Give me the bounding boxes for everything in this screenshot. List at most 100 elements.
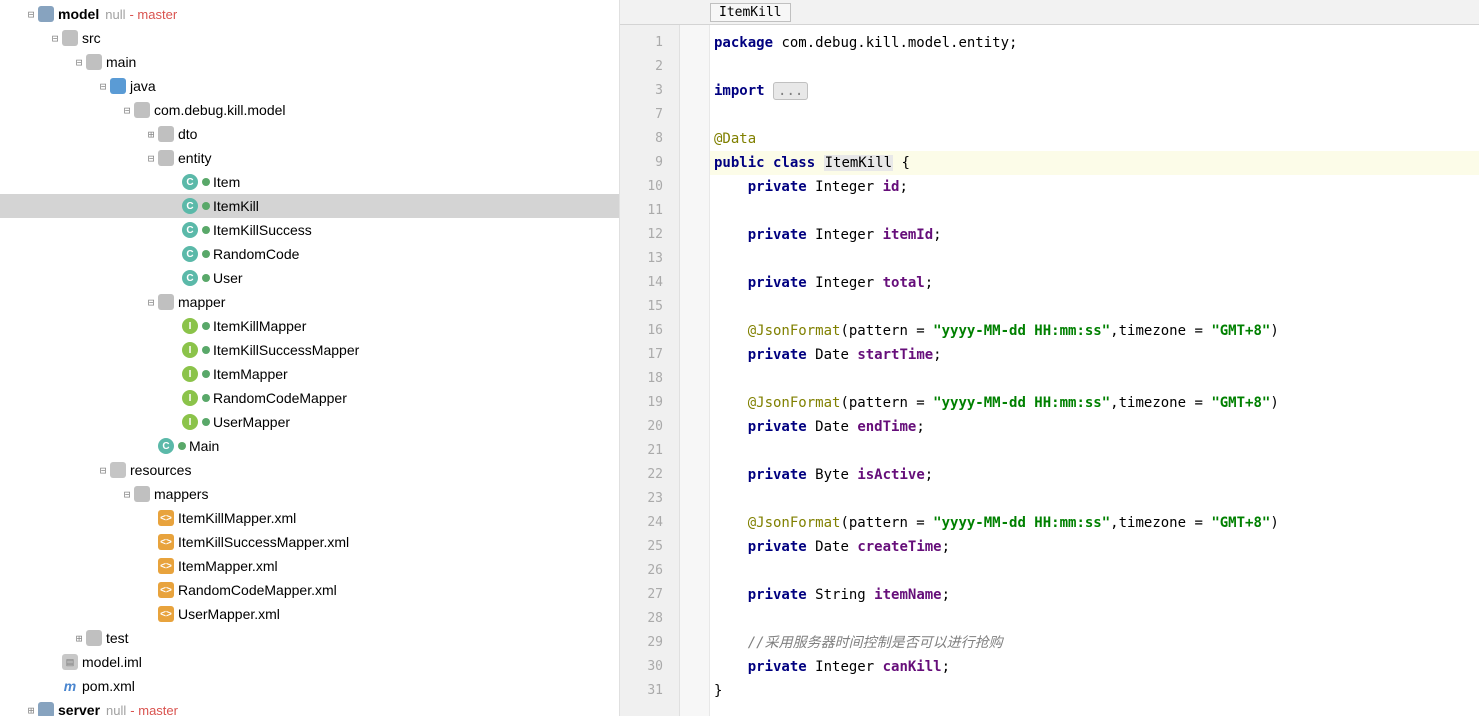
package-icon <box>158 126 174 142</box>
gutter-line-number: 22 <box>620 463 679 487</box>
gutter-line-number: 1 <box>620 31 679 55</box>
vcs-dot-icon <box>202 250 210 258</box>
gutter-line-number: 7 <box>620 103 679 127</box>
tree-label: UserMapper.xml <box>178 606 280 622</box>
gutter-line-number: 23 <box>620 487 679 511</box>
tree-xml-file[interactable]: <> ItemMapper.xml <box>0 554 619 578</box>
tree-class-main[interactable]: C Main <box>0 434 619 458</box>
gutter-line-number: 8 <box>620 127 679 151</box>
tree-label: Main <box>189 438 219 454</box>
gutter-line-number: 29 <box>620 631 679 655</box>
tree-label: com.debug.kill.model <box>154 102 286 118</box>
resources-folder-icon <box>110 462 126 478</box>
tree-interface[interactable]: I ItemKillMapper <box>0 314 619 338</box>
tree-folder-mapper[interactable]: ⊟ mapper <box>0 290 619 314</box>
tree-folder-src[interactable]: ⊟ src <box>0 26 619 50</box>
tree-folder-main[interactable]: ⊟ main <box>0 50 619 74</box>
vcs-dot-icon <box>202 370 210 378</box>
project-tree[interactable]: ⊟ model null - master ⊟ src ⊟ main ⊟ jav… <box>0 0 620 716</box>
tree-interface[interactable]: I ItemMapper <box>0 362 619 386</box>
tree-label: ItemKillSuccess <box>213 222 312 238</box>
tree-label: ItemKillMapper <box>213 318 306 334</box>
tree-folder-java[interactable]: ⊟ java <box>0 74 619 98</box>
vcs-dot-icon <box>202 274 210 282</box>
tree-module-model[interactable]: ⊟ model null - master <box>0 2 619 26</box>
tree-label: RandomCode <box>213 246 299 262</box>
interface-icon: I <box>182 342 198 358</box>
tree-interface[interactable]: I RandomCodeMapper <box>0 386 619 410</box>
tree-xml-file[interactable]: <> UserMapper.xml <box>0 602 619 626</box>
xml-icon: <> <box>158 510 174 526</box>
gutter-line-number: 10 <box>620 175 679 199</box>
tree-xml-file[interactable]: <> ItemKillMapper.xml <box>0 506 619 530</box>
tree-class-itemkill[interactable]: C ItemKill <box>0 194 619 218</box>
tree-label: server <box>58 702 100 716</box>
tree-branch: - master <box>129 7 177 22</box>
tree-meta: null <box>105 7 125 22</box>
xml-icon: <> <box>158 582 174 598</box>
gutter-line-number: 9 <box>620 151 679 175</box>
gutter-line-number: 17 <box>620 343 679 367</box>
vcs-dot-icon <box>202 418 210 426</box>
vcs-dot-icon <box>202 226 210 234</box>
gutter-line-number: 11 <box>620 199 679 223</box>
code-content[interactable]: package com.debug.kill.model.entity; imp… <box>710 25 1479 716</box>
tree-class-itemkillsuccess[interactable]: C ItemKillSuccess <box>0 218 619 242</box>
tree-class-randomcode[interactable]: C RandomCode <box>0 242 619 266</box>
gutter-line-number: 25 <box>620 535 679 559</box>
vcs-dot-icon <box>202 202 210 210</box>
xml-icon: <> <box>158 558 174 574</box>
class-icon: C <box>158 438 174 454</box>
tree-interface[interactable]: I UserMapper <box>0 410 619 434</box>
package-icon <box>158 294 174 310</box>
vcs-dot-icon <box>178 442 186 450</box>
gutter-line-number: 14 <box>620 271 679 295</box>
package-icon <box>158 150 174 166</box>
tree-label: Item <box>213 174 240 190</box>
folder-icon <box>134 486 150 502</box>
class-icon: C <box>182 246 198 262</box>
gutter-line-number: 21 <box>620 439 679 463</box>
tree-label: RandomCodeMapper <box>213 390 347 406</box>
fold-marker[interactable]: ... <box>773 82 808 100</box>
tree-folder-entity[interactable]: ⊟ entity <box>0 146 619 170</box>
fold-gutter[interactable] <box>680 25 710 716</box>
tree-folder-test[interactable]: ⊞ test <box>0 626 619 650</box>
breadcrumb-item[interactable]: ItemKill <box>710 3 791 22</box>
tree-folder-mappers[interactable]: ⊟ mappers <box>0 482 619 506</box>
tree-folder-dto[interactable]: ⊞ dto <box>0 122 619 146</box>
tree-label: dto <box>178 126 197 142</box>
class-icon: C <box>182 174 198 190</box>
xml-icon: <> <box>158 534 174 550</box>
tree-label: main <box>106 54 136 70</box>
interface-icon: I <box>182 390 198 406</box>
module-icon <box>38 6 54 22</box>
tree-label: User <box>213 270 243 286</box>
source-folder-icon <box>110 78 126 94</box>
gutter-line-number: 18 <box>620 367 679 391</box>
interface-icon: I <box>182 366 198 382</box>
tree-label: RandomCodeMapper.xml <box>178 582 337 598</box>
tree-module-server[interactable]: ⊞ server null - master <box>0 698 619 716</box>
line-gutter[interactable]: 1237891011121314151617181920212223242526… <box>620 25 680 716</box>
interface-icon: I <box>182 414 198 430</box>
vcs-dot-icon <box>202 178 210 186</box>
tree-label: java <box>130 78 156 94</box>
tree-xml-file[interactable]: <> RandomCodeMapper.xml <box>0 578 619 602</box>
tree-file-pom[interactable]: m pom.xml <box>0 674 619 698</box>
tree-file-iml[interactable]: ▤ model.iml <box>0 650 619 674</box>
tree-package[interactable]: ⊟ com.debug.kill.model <box>0 98 619 122</box>
gutter-line-number: 31 <box>620 679 679 703</box>
code-editor: ItemKill 1237891011121314151617181920212… <box>620 0 1479 716</box>
breadcrumb: ItemKill <box>620 0 1479 25</box>
gutter-line-number: 16 <box>620 319 679 343</box>
tree-class-item[interactable]: C Item <box>0 170 619 194</box>
gutter-line-number: 24 <box>620 511 679 535</box>
class-icon: C <box>182 222 198 238</box>
tree-xml-file[interactable]: <> ItemKillSuccessMapper.xml <box>0 530 619 554</box>
class-icon: C <box>182 198 198 214</box>
tree-folder-resources[interactable]: ⊟ resources <box>0 458 619 482</box>
tree-class-user[interactable]: C User <box>0 266 619 290</box>
tree-interface[interactable]: I ItemKillSuccessMapper <box>0 338 619 362</box>
tree-label: mappers <box>154 486 208 502</box>
